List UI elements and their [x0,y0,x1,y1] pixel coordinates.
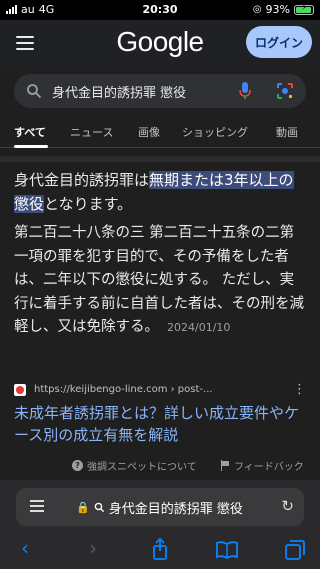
tab-videos[interactable]: 動画 [276,124,298,140]
search-icon [27,84,41,98]
location-icon: ◎ [252,4,262,15]
site-favicon-icon [14,384,26,396]
battery-percent: 93% [265,3,290,16]
result-source[interactable]: https://keijibengo-line.com › post-... ⋮ [14,382,306,400]
share-icon[interactable] [145,538,175,560]
about-snippet-link[interactable]: ? 強調スニペットについて [72,458,197,473]
tabs-overview-icon[interactable] [280,539,310,561]
search-box[interactable]: 身代金目的誘拐罪 懲役 [14,74,306,108]
tab-images[interactable]: 画像 [138,124,160,140]
search-icon [94,502,104,513]
google-lens-icon[interactable] [276,82,294,100]
tab-news[interactable]: ニュース [70,124,113,140]
flag-icon [220,460,230,471]
snippet-body-text: 第二百二十八条の三 第二百二十五条の二第一項の罪を犯す目的で、その予備をした者は… [14,225,304,335]
lock-icon: 🔒 [76,501,90,514]
browser-nav-row: ‹ › [0,536,320,564]
charging-bolt-icon: ⚡ [300,2,308,13]
voice-search-icon[interactable] [238,81,252,101]
more-options-icon[interactable]: ⋮ [293,382,306,397]
address-text: 身代金目的誘拐罪 懲役 [108,502,243,517]
snippet-lead-before: 身代金目的誘拐罪は [14,171,150,189]
section-divider [0,156,320,162]
browser-toolbar: 🔒 身代金目的誘拐罪 懲役 ↻ ‹ › [0,480,320,569]
tab-shopping[interactable]: ショッピング [182,124,248,140]
tab-all[interactable]: すべて [14,124,46,140]
address-bar[interactable]: 🔒 身代金目的誘拐罪 懲役 ↻ [16,488,304,526]
back-icon[interactable]: ‹ [10,536,40,560]
active-tab-indicator [14,145,48,148]
google-header: Google ログイン [0,20,320,66]
feedback-link[interactable]: フィードバック [220,458,304,473]
reload-icon[interactable]: ↻ [281,497,294,515]
featured-snippet-answer: 身代金目的誘拐罪は無期または3年以上の懲役となります。 [14,168,306,216]
bookmarks-icon[interactable] [212,540,242,560]
help-icon: ? [72,460,83,471]
about-snippet-label: 強調スニペットについて [87,462,197,473]
snippet-date: 2024/01/10 [167,321,231,334]
featured-snippet-text: 第二百二十八条の三 第二百二十五条の二第一項の罪を犯す目的で、その予備をした者は… [14,222,308,340]
login-button[interactable]: ログイン [246,26,312,58]
forward-icon[interactable]: › [78,536,108,560]
status-bar: au 4G 20:30 ◎ 93% ⚡ [0,0,320,20]
source-url[interactable]: https://keijibengo-line.com › post-... [34,384,213,395]
snippet-footer: ? 強調スニペットについて フィードバック [0,456,320,474]
feedback-label: フィードバック [234,462,304,473]
search-tabs: すべて ニュース 画像 ショッピング 動画 [0,118,320,148]
search-query[interactable]: 身代金目的誘拐罪 懲役 [52,82,186,101]
result-title-link[interactable]: 未成年者誘拐罪とは？詳しい成立要件やケース別の成立有無を解説 [14,402,308,446]
snippet-lead-after: となります。 [44,195,133,213]
results-area: 身代金目的誘拐罪は無期または3年以上の懲役となります。 第二百二十八条の三 第二… [0,156,320,476]
battery-icon: ⚡ [294,2,314,15]
page-menu-icon[interactable] [30,500,44,513]
